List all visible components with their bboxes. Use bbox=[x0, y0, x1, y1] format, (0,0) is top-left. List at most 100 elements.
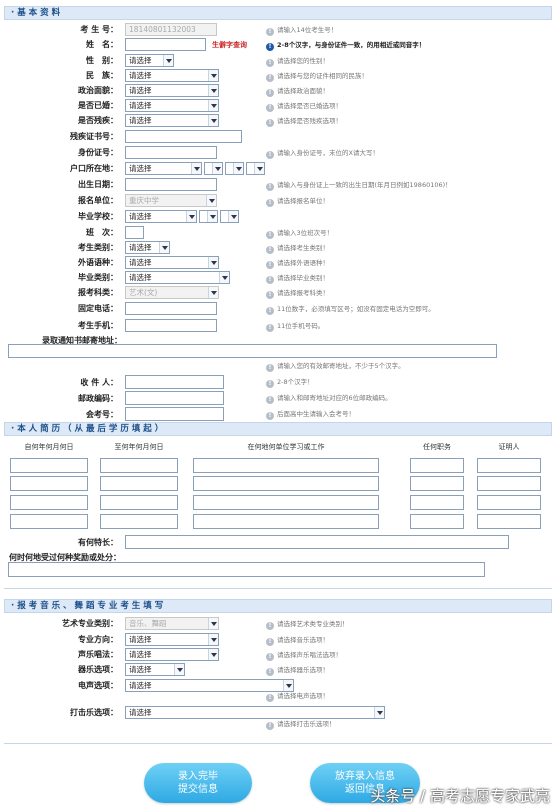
info-icon: ! bbox=[266, 364, 274, 372]
hint-text: 请选择艺术类专业类别！ bbox=[277, 620, 349, 628]
resume-cell-input[interactable] bbox=[100, 476, 178, 491]
label-birthdate: 出生日期： bbox=[78, 180, 118, 189]
school-sub1-select[interactable] bbox=[199, 210, 218, 223]
exam-number-field[interactable]: 18140801132003 bbox=[125, 23, 217, 36]
hint-gender: ! 请选择您的性别！ bbox=[266, 56, 329, 67]
button-label: 放弃录入信息 bbox=[335, 771, 395, 782]
info-icon: ! bbox=[266, 28, 274, 36]
instrument-select[interactable]: 请选择 bbox=[125, 663, 185, 676]
gender-select[interactable]: 请选择 bbox=[125, 54, 174, 67]
subject-select[interactable]: 艺术(文) bbox=[125, 286, 219, 299]
hukou-city-select[interactable] bbox=[204, 162, 223, 175]
mail-address-field[interactable] bbox=[8, 344, 497, 358]
hint-birthdate: ! 请输入与身份证上一致的出生日期(年月日例如19860106)！ bbox=[266, 180, 452, 191]
section-art-header: · 报 考 音 乐 、 舞 蹈 专 业 考 生 填 写 bbox=[4, 599, 552, 613]
resume-cell-input[interactable] bbox=[477, 514, 541, 529]
landline-field[interactable] bbox=[125, 302, 217, 315]
specialty-field[interactable] bbox=[125, 535, 509, 549]
submit-button[interactable]: 录入完毕 提交信息 bbox=[144, 763, 252, 803]
label-class: 班 次： bbox=[86, 228, 118, 237]
major-direction-select[interactable]: 请选择 bbox=[125, 633, 219, 646]
resume-cell-input[interactable] bbox=[477, 476, 541, 491]
resume-cell-input[interactable] bbox=[10, 476, 88, 491]
chevron-down-icon bbox=[212, 163, 222, 174]
art-category-select[interactable]: 音乐、舞蹈 bbox=[125, 617, 219, 630]
married-select[interactable]: 请选择 bbox=[125, 99, 219, 112]
resume-cell-input[interactable] bbox=[100, 514, 178, 529]
resume-cell-input[interactable] bbox=[410, 514, 464, 529]
label-postcode: 邮政编码： bbox=[78, 394, 118, 403]
label-reg-unit: 报名单位： bbox=[78, 196, 118, 205]
info-icon: ! bbox=[266, 694, 274, 702]
school-sub2-select[interactable] bbox=[220, 210, 239, 223]
hint-text: 请选择是否残疾选项！ bbox=[277, 117, 342, 125]
select-value: 请选择 bbox=[129, 101, 152, 110]
chevron-down-icon bbox=[208, 649, 218, 660]
resume-cell-input[interactable] bbox=[193, 458, 379, 473]
birthdate-field[interactable] bbox=[125, 178, 217, 191]
resume-cell-input[interactable] bbox=[100, 495, 178, 510]
chevron-down-icon bbox=[163, 55, 173, 66]
recipient-field[interactable] bbox=[125, 375, 224, 389]
label-art-category: 艺术专业类别： bbox=[62, 619, 118, 628]
rare-char-lookup-link[interactable]: 生僻字查询 bbox=[212, 40, 247, 50]
id-number-field[interactable] bbox=[125, 146, 217, 159]
resume-cell-input[interactable] bbox=[410, 495, 464, 510]
resume-cell-input[interactable] bbox=[477, 495, 541, 510]
divider bbox=[4, 588, 552, 589]
hint-text: 请输入3位班次号！ bbox=[277, 229, 334, 237]
ethnicity-select[interactable]: 请选择 bbox=[125, 69, 219, 82]
hint-huikao: ! 后面高中生请输入会考号！ bbox=[266, 409, 355, 420]
hukou-town-select[interactable] bbox=[246, 162, 265, 175]
awards-field[interactable] bbox=[8, 562, 485, 577]
hint-subject: ! 请选择报考科类！ bbox=[266, 288, 329, 299]
info-icon: ! bbox=[266, 638, 274, 646]
chevron-down-icon bbox=[208, 618, 218, 629]
hint-art-category: ! 请选择艺术类专业类别！ bbox=[266, 619, 349, 630]
language-select[interactable]: 请选择 bbox=[125, 256, 219, 269]
hukou-province-select[interactable]: 请选择 bbox=[125, 162, 202, 175]
resume-cell-input[interactable] bbox=[193, 476, 379, 491]
resume-cell-input[interactable] bbox=[477, 458, 541, 473]
label-ethnicity: 民 族： bbox=[86, 71, 118, 80]
mobile-field[interactable] bbox=[125, 319, 217, 332]
label-subject: 报考科类： bbox=[78, 288, 118, 297]
resume-cell-input[interactable] bbox=[100, 458, 178, 473]
chevron-down-icon bbox=[159, 242, 169, 253]
watermark: 头条号 / 高考志愿专家武亮 bbox=[370, 787, 550, 805]
hint-phone: ! 11位数字，必须填写区号；如没有固定电话为空即可。 bbox=[266, 304, 435, 315]
hint-recipient: ! 2-8个汉字！ bbox=[266, 377, 314, 388]
grad-type-select[interactable]: 请选择 bbox=[125, 271, 230, 284]
resume-cell-input[interactable] bbox=[193, 514, 379, 529]
school-select[interactable]: 请选择 bbox=[125, 210, 197, 223]
name-field[interactable] bbox=[125, 38, 206, 51]
resume-cell-input[interactable] bbox=[10, 495, 88, 510]
disabled-select[interactable]: 请选择 bbox=[125, 114, 219, 127]
resume-cell-input[interactable] bbox=[10, 514, 88, 529]
reg-unit-select[interactable]: 重庆中学 bbox=[125, 194, 217, 207]
class-number-field[interactable] bbox=[125, 226, 144, 239]
resume-cell-input[interactable] bbox=[410, 476, 464, 491]
huikao-field[interactable] bbox=[125, 407, 224, 421]
hint-text: 后面高中生请输入会考号！ bbox=[277, 410, 355, 418]
resume-cell-input[interactable] bbox=[10, 458, 88, 473]
hint-grad-type: ! 请选择毕业类别！ bbox=[266, 273, 329, 284]
chevron-down-icon bbox=[208, 85, 218, 96]
hint-instrument: ! 请选择器乐选项！ bbox=[266, 665, 329, 676]
label-political: 政治面貌： bbox=[78, 86, 118, 95]
political-select[interactable]: 请选择 bbox=[125, 84, 219, 97]
postcode-field[interactable] bbox=[125, 391, 224, 405]
resume-cell-input[interactable] bbox=[410, 458, 464, 473]
hint-text: 11位数字，必须填写区号；如没有固定电话为空即可。 bbox=[277, 305, 435, 313]
candidate-type-select[interactable]: 请选择 bbox=[125, 241, 170, 254]
chevron-down-icon bbox=[208, 115, 218, 126]
label-huikao: 会考号： bbox=[86, 410, 118, 419]
vocal-select[interactable]: 请选择 bbox=[125, 648, 219, 661]
disability-cert-field[interactable] bbox=[125, 130, 242, 143]
hint-text: 请选择考生类别！ bbox=[277, 244, 329, 252]
resume-cell-input[interactable] bbox=[193, 495, 379, 510]
label-recipient: 收 件 人： bbox=[80, 378, 118, 387]
percussion-select[interactable]: 请选择 bbox=[125, 706, 385, 719]
chevron-down-icon bbox=[207, 211, 217, 222]
hukou-district-select[interactable] bbox=[225, 162, 244, 175]
